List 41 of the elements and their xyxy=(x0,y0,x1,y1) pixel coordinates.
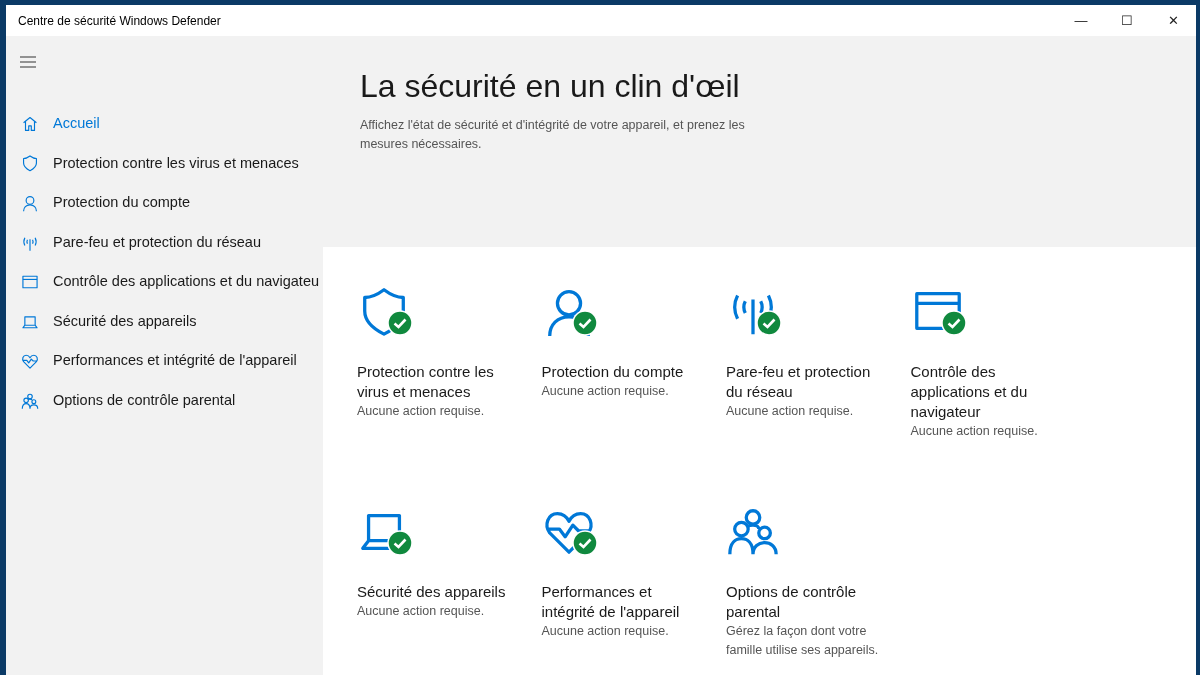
page-title: La sécurité en un clin d'œil xyxy=(360,67,741,106)
home-icon xyxy=(21,114,39,133)
security-tile[interactable]: Sécurité des appareils Aucune action requise. xyxy=(357,504,515,621)
close-button[interactable]: ✕ xyxy=(1150,5,1196,36)
sidebar-item[interactable]: Options de contrôle parental xyxy=(6,381,323,421)
window-title: Centre de sécurité Windows Defender xyxy=(18,12,222,30)
tile-status: Aucune action requise. xyxy=(541,383,669,400)
tile-title: Protection contre les virus et menaces xyxy=(357,362,495,402)
tile-status: Aucune action requise. xyxy=(357,403,485,420)
heart-pulse-icon xyxy=(21,352,39,371)
tile-title: Performances et intégrité de l'appareil xyxy=(541,582,681,622)
tile-title: Options de contrôle parental xyxy=(726,582,858,622)
maximize-button[interactable]: ☐ xyxy=(1104,5,1150,36)
shield-icon xyxy=(21,154,39,173)
menu-icon xyxy=(20,56,36,68)
security-tile[interactable]: Contrôle des applications et du navigateur Aucune action requise. xyxy=(910,284,1069,441)
tile-title: Pare-feu et protection du réseau xyxy=(726,362,872,402)
sidebar-item[interactable]: Sécurité des appareils xyxy=(6,301,323,342)
person-icon xyxy=(21,194,39,212)
sidebar-item[interactable]: Protection contre les virus et menaces xyxy=(6,143,323,184)
tile-status: Aucune action requise. xyxy=(541,623,669,640)
sidebar-item[interactable]: Protection du compte xyxy=(6,183,323,223)
security-tile[interactable]: Performances et intégrité de l'appareil Aucune action requise. xyxy=(541,504,700,641)
security-tile[interactable]: Protection du compte Aucune action requise. xyxy=(541,284,700,401)
family-icon xyxy=(21,391,39,410)
sidebar-item[interactable]: Accueil xyxy=(6,104,323,144)
sidebar-item[interactable]: Pare-feu et protection du réseau xyxy=(6,222,323,263)
page-description: Affichez l'état de sécurité et d'intégrité de votre appareil, et prenez les mesures nécessaires. xyxy=(360,117,745,153)
tile-status: Gérez la façon dont votre famille utilise ses appareils. xyxy=(726,623,880,659)
tile-status: Aucune action requise. xyxy=(910,423,1038,440)
minimize-button[interactable]: — xyxy=(1058,5,1104,36)
tile-status: Aucune action requise. xyxy=(726,403,854,420)
tile-title: Protection du compte xyxy=(541,362,684,382)
security-tile[interactable]: Options de contrôle parental Gérez la façon dont votre famille utilise ses appareils. xyxy=(726,504,884,660)
sidebar-item[interactable]: Contrôle des applications et du navigateu xyxy=(6,262,323,302)
tile-title: Contrôle des applications et du navigateur xyxy=(910,362,1029,422)
security-tile[interactable]: Protection contre les virus et menaces Aucune action requise. xyxy=(357,284,515,421)
tile-title: Sécurité des appareils xyxy=(357,582,506,602)
sidebar-item[interactable]: Performances et intégrité de l'appareil xyxy=(6,341,323,382)
tile-status: Aucune action requise. xyxy=(357,603,485,620)
security-tile[interactable]: Pare-feu et protection du réseau Aucune action requise. xyxy=(726,284,884,421)
